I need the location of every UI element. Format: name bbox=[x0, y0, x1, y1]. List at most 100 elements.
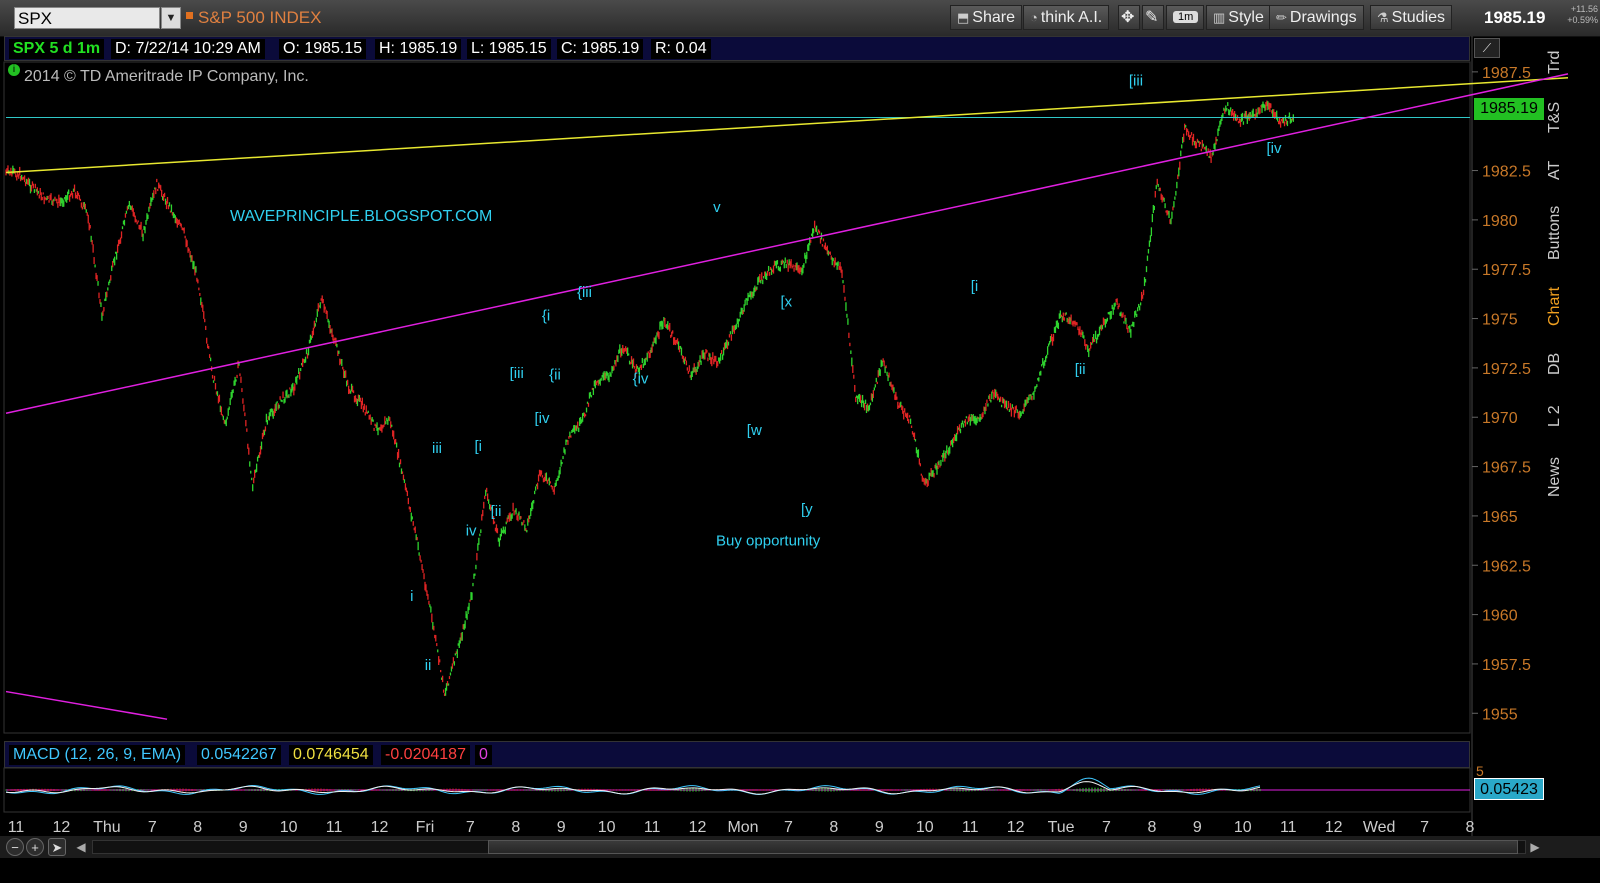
tab-time-and-sales[interactable]: T&S bbox=[1546, 92, 1568, 142]
trendline-magenta bbox=[5, 690, 168, 720]
copyright-text: 2014 © TD Ameritrade IP Company, Inc. bbox=[24, 68, 309, 85]
scroll-left-icon[interactable]: ◀ bbox=[74, 840, 88, 854]
scrollbar-thumb[interactable] bbox=[488, 840, 1518, 854]
y-tick-label: 1980 bbox=[1482, 213, 1518, 230]
x-tick-label: 10 bbox=[598, 819, 616, 836]
style-button[interactable]: ▥ Style bbox=[1206, 5, 1271, 30]
tab-level2[interactable]: L 2 bbox=[1546, 398, 1568, 434]
x-tick-label: 11 bbox=[1280, 819, 1297, 836]
trendline-icon: ⟋ bbox=[1482, 41, 1492, 55]
tab-db[interactable]: DB bbox=[1546, 346, 1568, 382]
macd-line bbox=[5, 777, 1261, 795]
symbol-description: S&P 500 INDEX bbox=[198, 8, 322, 27]
top-toolbar: SPX ▼ S&P 500 INDEX ⬒ Share ◔ think A.I. ✥… bbox=[0, 0, 1600, 37]
x-tick-label: 9 bbox=[557, 819, 566, 836]
symbol-input[interactable]: SPX bbox=[14, 7, 160, 29]
wave-label: [i bbox=[971, 278, 979, 295]
flask-icon: ⚗ bbox=[1377, 10, 1389, 25]
draw-trendline-button[interactable]: ⟋ bbox=[1474, 38, 1500, 58]
wave-label: Buy opportunity bbox=[716, 533, 821, 550]
price-change: +11.56 +0.59% bbox=[1556, 4, 1598, 26]
watermark-text: WAVEPRINCIPLE.BLOGSPOT.COM bbox=[230, 208, 493, 225]
bar-open: O: 1985.15 bbox=[279, 39, 367, 59]
wave-label: [ii bbox=[491, 503, 502, 520]
tab-active-trader[interactable]: AT bbox=[1546, 154, 1568, 186]
zoom-in-icon[interactable]: + bbox=[26, 838, 44, 856]
x-tick-label: 7 bbox=[148, 819, 157, 836]
wave-label: [i bbox=[474, 438, 482, 455]
x-tick-label: Fri bbox=[416, 819, 435, 836]
net-change: +11.56 bbox=[1570, 4, 1598, 14]
macd-signal-line bbox=[5, 781, 1261, 795]
scroll-right-icon[interactable]: ▶ bbox=[1528, 840, 1542, 854]
y-tick-label: 1987.5 bbox=[1482, 65, 1531, 82]
y-tick-label: 1982.5 bbox=[1482, 164, 1531, 181]
zoom-out-icon[interactable]: − bbox=[6, 838, 24, 856]
y-tick-label: 1975 bbox=[1482, 312, 1518, 329]
macd-panel-frame bbox=[3, 767, 1471, 813]
x-tick-label: 12 bbox=[53, 819, 71, 836]
y-tick-label: 1962.5 bbox=[1482, 558, 1531, 575]
x-tick-label: 10 bbox=[916, 819, 934, 836]
cross-tool-button[interactable]: ✥ bbox=[1118, 5, 1140, 30]
studies-label: Studies bbox=[1391, 9, 1446, 26]
macd-avg: 0.0746454 bbox=[289, 745, 373, 765]
think-ai-button[interactable]: ◔ think A.I. bbox=[1023, 5, 1110, 30]
wave-label: iv bbox=[466, 523, 477, 540]
wave-label: {iv bbox=[633, 371, 649, 388]
x-tick-label: 12 bbox=[371, 819, 389, 836]
style-label: Style bbox=[1228, 9, 1264, 26]
x-tick-label: 7 bbox=[1420, 819, 1429, 836]
x-tick-label: Wed bbox=[1363, 819, 1396, 836]
macd-info-bar: MACD (12, 26, 9, EMA) 0.0542267 0.074645… bbox=[4, 741, 1470, 768]
macd-zero: 0 bbox=[475, 745, 492, 765]
y-tick-label: 1967.5 bbox=[1482, 460, 1531, 477]
interval-label: 1m bbox=[1173, 11, 1199, 23]
copyright-icon: i bbox=[8, 64, 20, 76]
y-tick-label: 1965 bbox=[1482, 509, 1518, 526]
bar-close: C: 1985.19 bbox=[557, 39, 644, 59]
wave-label: [iii bbox=[1129, 73, 1143, 90]
tab-buttons[interactable]: Buttons bbox=[1546, 196, 1568, 270]
wave-label: i bbox=[410, 588, 413, 605]
trendline-yellow bbox=[5, 77, 1569, 174]
tab-news[interactable]: News bbox=[1546, 450, 1568, 504]
tab-trd[interactable]: Trd bbox=[1546, 42, 1568, 82]
share-icon: ⬒ bbox=[957, 10, 970, 25]
think-ai-label: think A.I. bbox=[1040, 9, 1103, 26]
studies-button[interactable]: ⚗ Studies bbox=[1370, 5, 1453, 30]
x-tick-label: 9 bbox=[875, 819, 884, 836]
bar-low: L: 1985.15 bbox=[467, 39, 551, 59]
cursor-icon[interactable]: ➤ bbox=[48, 838, 66, 856]
x-tick-label: Mon bbox=[727, 819, 758, 836]
wave-label: {i bbox=[542, 308, 550, 325]
wave-label: iii bbox=[432, 440, 442, 457]
x-tick-label: 8 bbox=[193, 819, 202, 836]
x-tick-label: Thu bbox=[93, 819, 121, 836]
wrench-icon: ✎ bbox=[1145, 9, 1159, 26]
x-tick-label: 12 bbox=[1007, 819, 1025, 836]
interval-button[interactable]: 1m bbox=[1166, 5, 1204, 30]
pct-change: +0.59% bbox=[1567, 15, 1598, 25]
tab-chart[interactable]: Chart bbox=[1546, 280, 1568, 332]
x-tick-label: 8 bbox=[1147, 819, 1156, 836]
x-tick-label: 7 bbox=[1102, 819, 1111, 836]
symbol-color-marker bbox=[186, 12, 193, 19]
wave-label: v bbox=[713, 199, 721, 216]
x-tick-label: 10 bbox=[280, 819, 298, 836]
share-button[interactable]: ⬒ Share bbox=[950, 5, 1022, 30]
x-tick-label: 7 bbox=[784, 819, 793, 836]
y-tick-label: 1972.5 bbox=[1482, 361, 1531, 378]
settings-button[interactable]: ✎ bbox=[1142, 5, 1164, 30]
macd-label: MACD (12, 26, 9, EMA) bbox=[9, 745, 186, 765]
price-panel-frame bbox=[3, 61, 1471, 734]
wave-label: ii bbox=[425, 657, 432, 674]
wave-label: {ii bbox=[549, 367, 561, 384]
symbol-dropdown-button[interactable]: ▼ bbox=[161, 7, 181, 29]
last-price: 1985.19 bbox=[1484, 8, 1546, 27]
bar-range: R: 0.04 bbox=[651, 39, 711, 59]
drawings-button[interactable]: ✏ Drawings bbox=[1269, 5, 1364, 30]
wave-label: [w bbox=[747, 422, 762, 439]
x-tick-label: 8 bbox=[511, 819, 520, 836]
wave-label: {iii bbox=[577, 284, 592, 301]
